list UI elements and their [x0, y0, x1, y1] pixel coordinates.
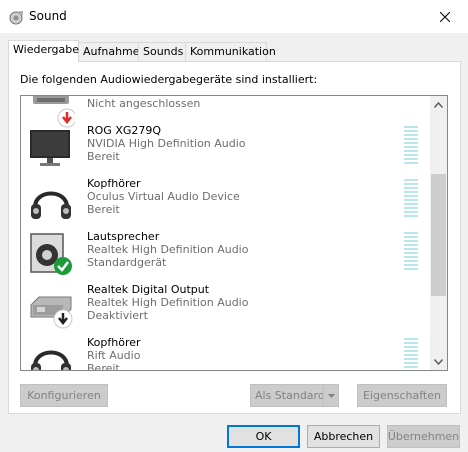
- scroll-thumb[interactable]: [431, 174, 446, 296]
- list-item[interactable]: ROG XG279Q NVIDIA High Definition Audio …: [21, 120, 431, 173]
- level-meter: [404, 232, 418, 272]
- scroll-up-button[interactable]: [430, 96, 447, 113]
- vertical-scrollbar[interactable]: [430, 96, 447, 370]
- monitor-icon: [30, 130, 70, 166]
- level-meter: [404, 338, 418, 370]
- list-item[interactable]: Lautsprecher Realtek High Definition Aud…: [21, 226, 431, 279]
- device-list-label: Die folgenden Audiowiedergabegeräte sind…: [20, 73, 318, 86]
- level-meter: [404, 179, 418, 219]
- device-status: Nicht angeschlossen: [87, 97, 201, 110]
- window-title: Sound: [29, 9, 67, 23]
- digital-output-icon: [30, 296, 73, 329]
- device-status: Standardgerät: [87, 256, 167, 269]
- device-name: Realtek Digital Output: [87, 283, 210, 296]
- ok-button[interactable]: OK: [227, 425, 300, 448]
- device-description: NVIDIA High Definition Audio: [87, 137, 246, 150]
- speaker-icon: [30, 233, 72, 275]
- device-status: Deaktiviert: [87, 309, 148, 322]
- headphones-icon: [31, 191, 71, 219]
- close-icon: [440, 11, 450, 22]
- list-item[interactable]: Kopfhörer Oculus Virtual Audio Device Be…: [21, 173, 431, 226]
- level-meter: [404, 126, 418, 166]
- list-item[interactable]: Realtek Digital Output Realtek High Defi…: [21, 279, 431, 332]
- device-status: Bereit: [87, 362, 120, 371]
- cancel-button[interactable]: Abbrechen: [307, 425, 380, 448]
- title-bar: Sound: [0, 0, 468, 33]
- set-default-label: Als Standard: [255, 389, 325, 402]
- configure-button[interactable]: Konfigurieren: [20, 384, 108, 407]
- speaker-settings-icon: [9, 11, 23, 25]
- chevron-up-icon: [434, 101, 443, 108]
- chevron-down-icon: [327, 393, 335, 398]
- device-name: ROG XG279Q: [87, 124, 162, 137]
- close-button[interactable]: [422, 0, 468, 33]
- tab-aufnahme[interactable]: Aufnahme: [78, 42, 140, 61]
- apply-button[interactable]: Übernehmen: [387, 425, 460, 448]
- device-status: Bereit: [87, 150, 120, 163]
- tab-sounds[interactable]: Sounds: [138, 42, 186, 61]
- device-list[interactable]: Nicht angeschlossen ROG XG279Q NVIDIA Hi…: [20, 95, 448, 371]
- device-name: Kopfhörer: [87, 177, 141, 190]
- playback-panel: Die folgenden Audiowiedergabegeräte sind…: [8, 61, 461, 414]
- device-name: Kopfhörer: [87, 336, 141, 349]
- set-default-button[interactable]: Als Standard: [250, 384, 339, 407]
- set-default-dropdown[interactable]: [323, 385, 338, 406]
- chevron-down-icon: [434, 358, 443, 365]
- tab-kommunikation[interactable]: Kommunikation: [185, 42, 276, 61]
- device-description: Realtek High Definition Audio: [87, 243, 249, 256]
- scroll-down-button[interactable]: [430, 353, 447, 370]
- device-description: Realtek High Definition Audio: [87, 296, 249, 309]
- list-item[interactable]: Kopfhörer Rift Audio Bereit: [21, 332, 431, 371]
- headphones-icon: [31, 350, 71, 370]
- tab-wiedergabe[interactable]: Wiedergabe: [8, 40, 79, 62]
- device-status: Bereit: [87, 203, 120, 216]
- device-name: Lautsprecher: [87, 230, 160, 243]
- device-description: Rift Audio: [87, 349, 141, 362]
- properties-button[interactable]: Eigenschaften: [357, 384, 447, 407]
- device-description: Oculus Virtual Audio Device: [87, 190, 240, 203]
